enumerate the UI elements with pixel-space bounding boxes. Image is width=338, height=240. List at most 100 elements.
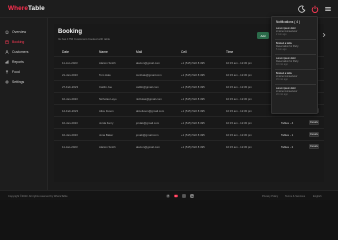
cell-name: Nicholas Layo	[99, 97, 117, 101]
cell-date: 12-Feb-2023	[62, 109, 79, 113]
cell-tables: Tables - 4	[281, 121, 294, 125]
cell-name: Jorda Kerry	[99, 121, 114, 125]
sidebar-item-settings[interactable]: Settings	[5, 78, 45, 86]
cell-phone: +1 (515) 522 8 495	[181, 73, 205, 77]
cell-name: Tom Hale	[99, 73, 111, 77]
cell-mail: nicholas@gmail.com	[136, 97, 162, 101]
table-row[interactable]: 10-Jan-2023 Jorda Kerry jordak@gmail.com…	[54, 116, 324, 128]
brand-part-1: Where	[8, 5, 29, 12]
brand-logo[interactable]: WhereTable	[8, 5, 45, 12]
privacy-policy-link[interactable]: Privacy Policy	[262, 195, 278, 198]
app-window: WhereTable Overview Booking Customers Re…	[0, 0, 338, 200]
cell-time: 10:15 am - 12:30 pm	[226, 73, 252, 77]
cell-time: 10:15 am - 12:30 pm	[226, 85, 252, 89]
linkedin-icon[interactable]	[190, 194, 194, 198]
fork-icon	[5, 70, 9, 74]
cell-date: 11-Jun-2023	[62, 61, 78, 65]
cell-mail: jordak@gmail.com	[136, 121, 160, 125]
add-booking-button[interactable]: Add	[257, 32, 269, 39]
column-header-mail[interactable]: Mail	[136, 50, 142, 54]
sidebar-item-reports[interactable]: Reports	[5, 58, 45, 66]
cell-phone: +1 (515) 522 8 495	[181, 97, 205, 101]
cell-time: 10:15 am - 12:30 pm	[226, 133, 252, 137]
page-subtitle: Its has 1756 Customers booked with table	[58, 37, 111, 41]
terms-link[interactable]: Terms & Services	[285, 195, 305, 198]
divider	[275, 84, 316, 85]
divider	[275, 39, 316, 40]
column-header-time[interactable]: Time	[226, 50, 233, 54]
column-header-cell[interactable]: Cell	[181, 50, 187, 54]
sidebar-item-label: Booking	[12, 40, 25, 44]
moon-icon[interactable]	[298, 5, 306, 13]
notification-time: 10 min ago	[276, 63, 288, 67]
notification-item[interactable]: Booked a table Reservation for Party 5 m…	[276, 42, 316, 52]
power-icon[interactable]	[311, 5, 319, 13]
notification-time: 2 min ago	[276, 33, 287, 37]
divider	[275, 69, 316, 70]
gear-icon	[5, 80, 9, 84]
sidebar: Overview Booking Customers Reports Food …	[0, 18, 48, 190]
sidebar-item-label: Settings	[12, 80, 25, 84]
cell-name: Alarion Smith	[99, 61, 116, 65]
chart-icon	[5, 60, 9, 64]
notification-item[interactable]: Lorem ipsum dolor sit amet consectetur 2…	[276, 87, 316, 97]
cell-phone: +1 (515) 522 8 495	[181, 145, 205, 149]
sidebar-item-booking[interactable]: Booking	[5, 38, 45, 46]
hamburger-icon[interactable]	[324, 5, 332, 13]
notification-title: Notifications ( 4 )	[276, 20, 300, 24]
notification-time: 20 min ago	[276, 93, 288, 97]
youtube-icon[interactable]	[174, 194, 178, 198]
copyright-text: Copyright ©2023. All rights reserved by …	[8, 195, 68, 198]
page-title: Booking	[58, 29, 82, 35]
cell-name: Alice Fuson	[99, 109, 114, 113]
cell-name: Alarion Smith	[99, 145, 116, 149]
notification-time: 15 min ago	[276, 78, 288, 82]
column-header-date[interactable]: Date	[62, 50, 69, 54]
cell-mail: alicefuson@gmail.com	[136, 109, 165, 113]
sidebar-item-label: Food	[12, 70, 20, 74]
details-button[interactable]: Details	[309, 132, 319, 137]
cell-tables: Tables - 1	[281, 133, 294, 137]
cell-date: 27-Feb-2023	[62, 85, 79, 89]
language-selector[interactable]: English	[313, 195, 322, 198]
cell-phone: +1 (515) 522 8 495	[181, 109, 205, 113]
cell-phone: +1 (515) 522 8 495	[181, 121, 205, 125]
chevron-right-icon[interactable]	[321, 32, 327, 38]
notification-item[interactable]: Lorem ipsum dolor Reservation for Party …	[276, 57, 316, 67]
notification-dropdown: Notifications ( 4 ) Lorem ipsum dolor si…	[271, 16, 318, 114]
home-icon	[5, 30, 9, 34]
details-button[interactable]: Details	[309, 120, 319, 125]
cell-time: 10:15 am - 12:30 pm	[226, 61, 252, 65]
sidebar-item-overview[interactable]: Overview	[5, 28, 45, 36]
instagram-icon[interactable]	[182, 194, 186, 198]
cell-date: 11-Jan-2023	[62, 145, 78, 149]
notification-time: 5 min ago	[276, 48, 287, 52]
divider	[275, 54, 316, 55]
table-row[interactable]: 10-Jan-2023 Jona Baker jonab@gmail.com +…	[54, 128, 324, 140]
cell-name: Jona Baker	[99, 133, 114, 137]
column-header-name[interactable]: Name	[99, 50, 108, 54]
cell-mail: caitlin@gmail.com	[136, 85, 159, 89]
details-button[interactable]: Details	[309, 144, 319, 149]
calendar-icon	[5, 40, 9, 44]
footer: Copyright ©2023. All rights reserved by …	[0, 190, 338, 200]
brand-part-2: Table	[28, 5, 45, 12]
cell-date: 10-Jan-2023	[62, 121, 78, 125]
facebook-icon[interactable]	[166, 194, 170, 198]
cell-phone: +1 (515) 522 8 495	[181, 61, 205, 65]
sidebar-item-food[interactable]: Food	[5, 68, 45, 76]
cell-tables: Tables - 2	[281, 145, 294, 149]
sidebar-item-label: Reports	[12, 60, 24, 64]
notification-item[interactable]: Booked a table sit amet consectetur 15 m…	[276, 72, 316, 82]
cell-name: Caitlin Joe	[99, 85, 113, 89]
notification-item[interactable]: Lorem ipsum dolor sit amet consectetur 2…	[276, 27, 316, 37]
sidebar-item-customers[interactable]: Customers	[5, 48, 45, 56]
table-row[interactable]: 11-Jan-2023 Alarion Smith alarion@gmail.…	[54, 140, 324, 152]
cell-mail: jonab@gmail.com	[136, 133, 159, 137]
sidebar-item-label: Overview	[12, 30, 27, 34]
cell-mail: alarion@gmail.com	[136, 61, 160, 65]
cell-time: 10:15 am - 12:30 pm	[226, 121, 252, 125]
cell-date: 10-Jan-2023	[62, 97, 78, 101]
cell-phone: +1 (515) 522 8 495	[181, 85, 205, 89]
cell-date: 10-Jan-2023	[62, 133, 78, 137]
